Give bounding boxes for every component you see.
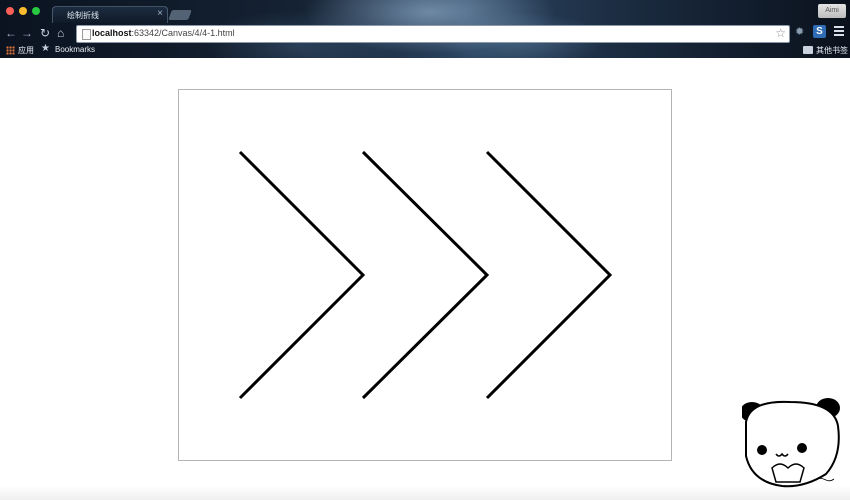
- page-icon: [82, 29, 91, 40]
- drawing-canvas: [178, 89, 672, 461]
- chevron-polyline-1: [238, 150, 366, 400]
- tab-title: 绘制折线: [67, 11, 99, 20]
- extension-s-icon[interactable]: S: [813, 25, 826, 38]
- apps-link[interactable]: 应用: [18, 45, 34, 56]
- close-window-button[interactable]: [6, 7, 14, 15]
- title-bar: 绘制折线 × Aimi: [0, 0, 850, 23]
- zoom-window-button[interactable]: [32, 7, 40, 15]
- bookmarks-link[interactable]: Bookmarks: [55, 45, 95, 54]
- hamburger-menu-icon[interactable]: [834, 26, 844, 38]
- tab-active[interactable]: 绘制折线 ×: [52, 6, 168, 23]
- forward-arrow-icon[interactable]: →: [21, 24, 33, 42]
- profile-button[interactable]: Aimi: [818, 4, 846, 18]
- folder-icon: [803, 46, 813, 54]
- reload-icon[interactable]: ↻: [40, 24, 50, 42]
- panda-mascot-image: [742, 398, 840, 488]
- url-text: localhost:63342/Canvas/4/4-1.html: [92, 28, 235, 38]
- home-icon[interactable]: ⌂: [57, 24, 64, 42]
- back-arrow-icon[interactable]: ←: [5, 24, 17, 42]
- url-host: localhost: [92, 28, 132, 38]
- new-tab-button[interactable]: [168, 10, 192, 20]
- bookmarks-star-icon: ★: [41, 43, 50, 54]
- bottom-shade: [0, 486, 850, 500]
- url-path: :63342/Canvas/4/4-1.html: [131, 28, 235, 38]
- address-bar[interactable]: localhost:63342/Canvas/4/4-1.html ☆: [76, 25, 790, 43]
- extension-gear-icon[interactable]: ✹: [795, 25, 804, 38]
- apps-grid-icon[interactable]: [6, 46, 15, 55]
- tab-close-icon[interactable]: ×: [157, 8, 163, 19]
- browser-chrome: 绘制折线 × Aimi ← → ↻ ⌂ localhost:63342/Canv…: [0, 0, 850, 58]
- minimize-window-button[interactable]: [19, 7, 27, 15]
- bookmark-star-icon[interactable]: ☆: [775, 26, 786, 40]
- chevron-polyline-2: [361, 150, 490, 400]
- chevron-polyline-3: [485, 150, 613, 400]
- other-bookmarks-link[interactable]: 其他书签: [816, 45, 848, 56]
- bookmarks-bar: 应用 ★ Bookmarks 其他书签: [0, 43, 850, 58]
- canvas-svg: [238, 150, 613, 400]
